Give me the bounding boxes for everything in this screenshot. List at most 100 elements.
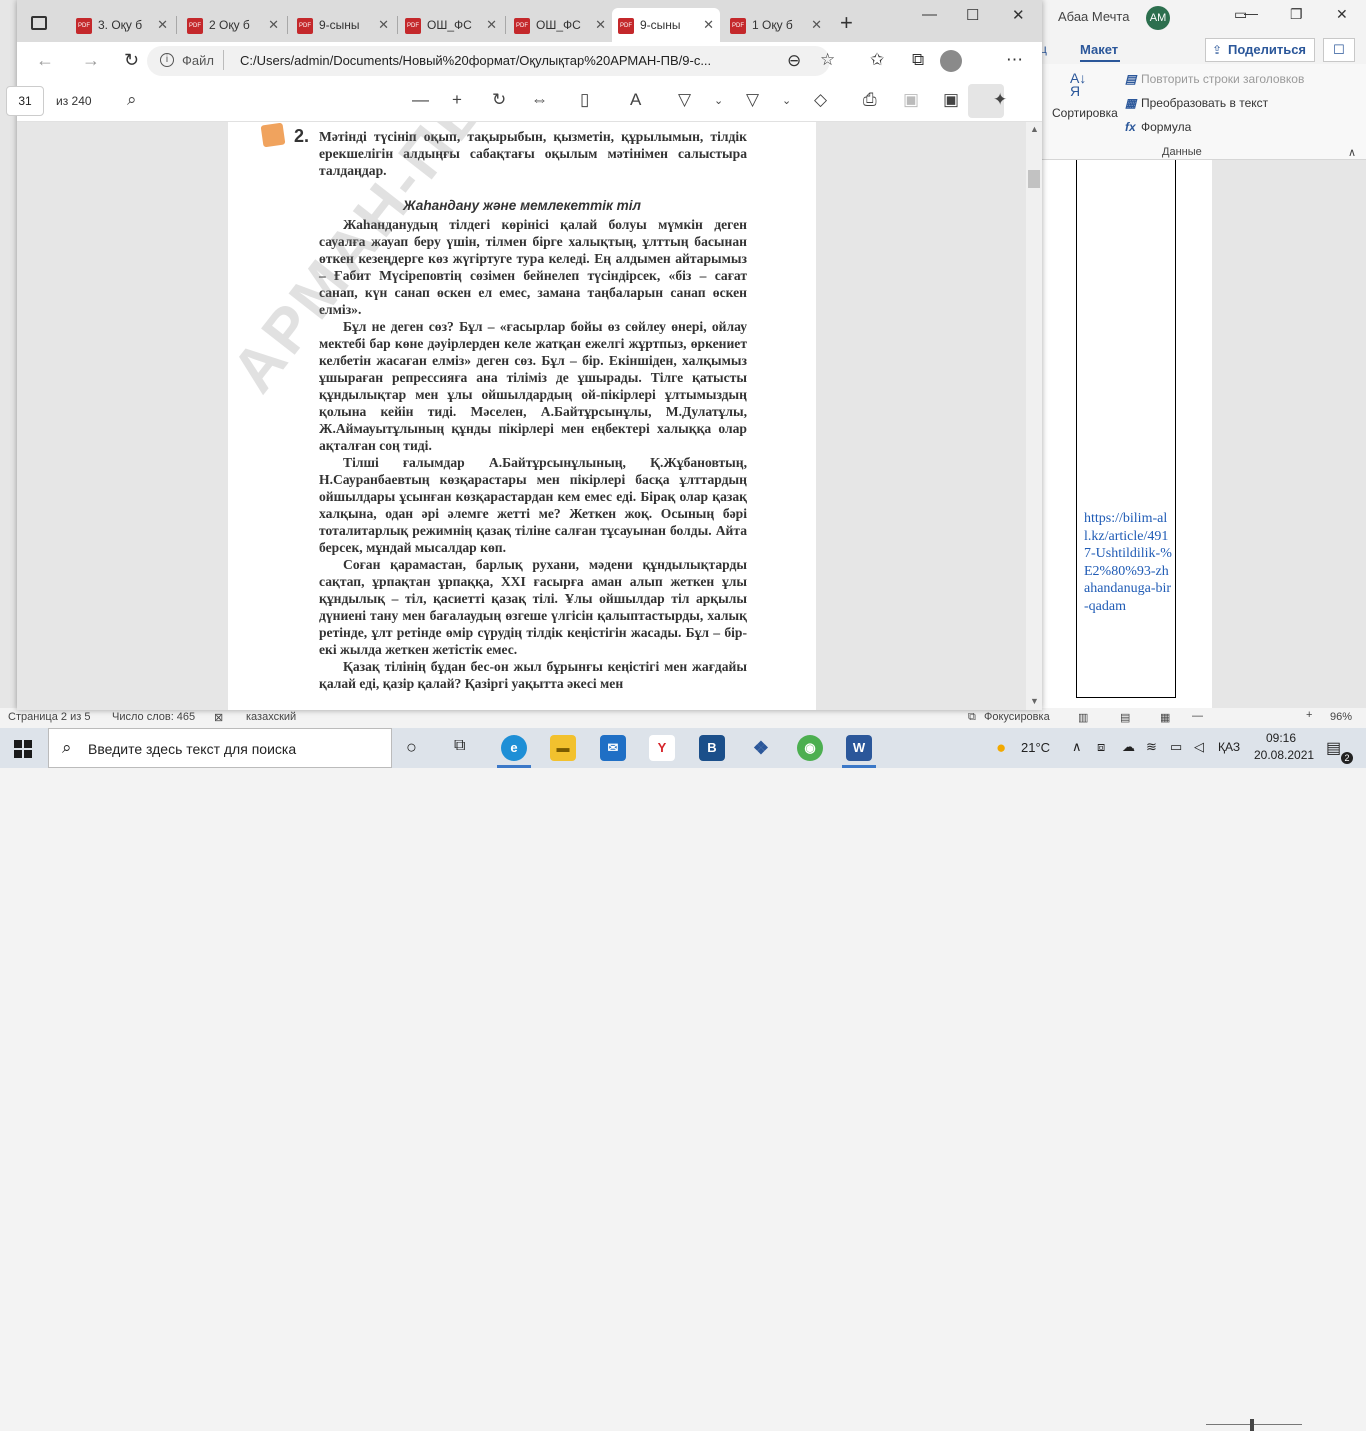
refresh-icon[interactable]: ↻ <box>124 50 139 71</box>
zoom-in-button[interactable]: + <box>1306 709 1312 721</box>
browser-tab[interactable]: PDF ОШ_ФС ✕ <box>508 8 612 42</box>
dropbox-icon[interactable]: ❖ <box>748 735 774 761</box>
page-view-icon[interactable]: ▯ <box>580 90 589 110</box>
display-icon[interactable]: ▭ <box>1170 739 1182 755</box>
zoom-slider[interactable] <box>1206 1424 1302 1425</box>
word-app-icon[interactable]: W <box>846 735 872 761</box>
settings-more-icon[interactable]: ⋯ <box>1006 50 1023 70</box>
hyperlink[interactable]: https://bilim-all.kz/article/4917-Ushtil… <box>1084 510 1172 615</box>
web-layout-icon[interactable]: ▦ <box>1160 711 1170 724</box>
focus-mode-button[interactable]: Фокусировка <box>984 711 1050 723</box>
highlight-icon[interactable]: ▽ <box>746 90 759 110</box>
scroll-down-icon[interactable]: ▼ <box>1030 696 1039 706</box>
word-count[interactable]: Число слов: 465 <box>112 711 195 723</box>
windows-start-icon[interactable] <box>14 740 32 758</box>
zoom-out-icon[interactable]: — <box>412 90 429 110</box>
zoom-slider-thumb[interactable] <box>1250 1419 1254 1431</box>
close-tab-icon[interactable]: ✕ <box>595 8 606 42</box>
profile-icon[interactable] <box>940 50 962 72</box>
language-status[interactable]: казахский <box>246 711 296 723</box>
zoom-icon[interactable]: ⊖ <box>787 51 801 71</box>
close-tab-icon[interactable]: ✕ <box>157 8 168 42</box>
edge-app-icon[interactable]: e <box>501 735 527 761</box>
chevron-down-icon[interactable]: ⌄ <box>782 94 791 107</box>
notifications-icon[interactable]: ▤ <box>1326 738 1341 758</box>
weather-temperature[interactable]: 21°C <box>1021 740 1050 755</box>
cortana-icon[interactable]: ○ <box>406 737 417 758</box>
app-icon-b[interactable]: B <box>699 735 725 761</box>
close-tab-icon[interactable]: ✕ <box>486 8 497 42</box>
search-icon[interactable]: ⌕ <box>127 90 137 110</box>
cloud-icon[interactable]: ☁ <box>1122 739 1135 755</box>
page-count[interactable]: Страница 2 из 5 <box>8 711 90 723</box>
clock-time[interactable]: 09:16 <box>1266 731 1296 745</box>
chevron-down-icon[interactable]: ⌄ <box>714 94 723 107</box>
taskbar-search-placeholder[interactable]: Введите здесь текст для поиска <box>88 741 296 757</box>
read-aloud-icon[interactable]: A <box>630 90 641 110</box>
minimize-button[interactable]: — <box>1244 5 1258 21</box>
close-tab-icon[interactable]: ✕ <box>811 8 822 42</box>
wifi-icon[interactable]: ≋ <box>1146 739 1157 755</box>
zoom-in-icon[interactable]: + <box>452 90 462 110</box>
proofing-icon[interactable]: ⊠ <box>214 711 223 724</box>
zoom-out-button[interactable]: — <box>1192 710 1203 722</box>
browser-tab[interactable]: PDF ОШ_ФС ✕ <box>399 8 503 42</box>
browser-tab[interactable]: PDF 1 Оқу б ✕ <box>724 8 828 42</box>
tray-chevron-icon[interactable]: ∧ <box>1072 739 1082 755</box>
browser-tab[interactable]: PDF 2 Оқу б ✕ <box>181 8 285 42</box>
back-icon[interactable]: ← <box>36 50 54 71</box>
fit-page-icon[interactable]: ⇔ <box>531 90 548 110</box>
print-icon[interactable]: ⎙ <box>863 90 877 110</box>
page-number-input[interactable]: 31 <box>6 86 44 116</box>
add-favorite-icon[interactable]: ☆ <box>820 50 835 70</box>
close-tab-icon[interactable]: ✕ <box>378 8 389 42</box>
rotate-icon[interactable]: ↻ <box>492 90 506 110</box>
file-explorer-icon[interactable]: ▬ <box>550 735 576 761</box>
network-devices-icon[interactable]: ⧈ <box>1097 739 1105 755</box>
browser-tab-active[interactable]: PDF 9-сыны ✕ <box>612 8 720 42</box>
close-tab-icon[interactable]: ✕ <box>703 8 714 42</box>
save-as-icon[interactable]: ▣ <box>943 90 959 110</box>
new-tab-icon[interactable]: + <box>840 10 853 36</box>
zoom-level[interactable]: 96% <box>1330 711 1352 723</box>
maximize-button[interactable]: ☐ <box>966 6 979 24</box>
comments-icon[interactable]: ☐ <box>1323 38 1355 62</box>
task-view-icon[interactable]: ⧉ <box>454 737 465 755</box>
scroll-thumb[interactable] <box>1028 170 1040 188</box>
volume-icon[interactable]: ◁ <box>1194 739 1204 755</box>
collapse-ribbon-icon[interactable]: ∧ <box>1348 146 1356 159</box>
forward-icon[interactable]: → <box>82 50 100 71</box>
scroll-up-icon[interactable]: ▲ <box>1030 124 1039 134</box>
convert-to-text-button[interactable]: ▦ Преобразовать в текст <box>1125 96 1268 110</box>
input-language[interactable]: ҚАЗ <box>1218 740 1240 754</box>
print-layout-icon[interactable]: ▤ <box>1120 711 1130 724</box>
save-icon[interactable]: ▣ <box>903 90 919 110</box>
browser-tab[interactable]: PDF 9-сыны ✕ <box>291 8 395 42</box>
read-mode-icon[interactable]: ▥ <box>1078 711 1088 724</box>
draw-icon[interactable]: ▽ <box>678 90 691 110</box>
weather-icon[interactable]: ● <box>996 738 1006 758</box>
tab-actions-icon[interactable] <box>31 16 47 30</box>
mail-icon[interactable]: ✉ <box>600 735 626 761</box>
yandex-browser-icon[interactable]: Y <box>649 735 675 761</box>
sort-button[interactable]: Сортировка <box>1052 106 1118 120</box>
url-text[interactable]: C:/Users/admin/Documents/Новый%20формат/… <box>240 53 711 68</box>
chrome-icon[interactable]: ◉ <box>797 735 823 761</box>
formula-button[interactable]: fx Формула <box>1125 120 1191 134</box>
avatar[interactable]: АМ <box>1146 6 1170 30</box>
collections-icon[interactable]: ⧉ <box>912 50 924 70</box>
close-button[interactable]: ✕ <box>1012 6 1025 24</box>
info-icon[interactable]: i <box>160 53 174 67</box>
repeat-header-rows-button[interactable]: ▤ Повторить строки заголовков <box>1125 72 1304 86</box>
scrollbar[interactable] <box>1026 122 1042 710</box>
pdf-viewer[interactable]: 2. Мәтінді түсініп оқып, тақырыбын, қызм… <box>17 122 1042 710</box>
clock-date[interactable]: 20.08.2021 <box>1254 748 1314 762</box>
favorites-icon[interactable]: ✩ <box>870 50 884 70</box>
tab-layout[interactable]: Макет <box>1080 42 1118 57</box>
close-button[interactable]: ✕ <box>1336 6 1348 23</box>
minimize-button[interactable]: — <box>922 6 937 23</box>
close-tab-icon[interactable]: ✕ <box>268 8 279 42</box>
restore-button[interactable]: ❐ <box>1290 6 1303 23</box>
erase-icon[interactable]: ◇ <box>814 90 827 110</box>
browser-tab[interactable]: PDF 3. Оқу б ✕ <box>70 8 174 42</box>
